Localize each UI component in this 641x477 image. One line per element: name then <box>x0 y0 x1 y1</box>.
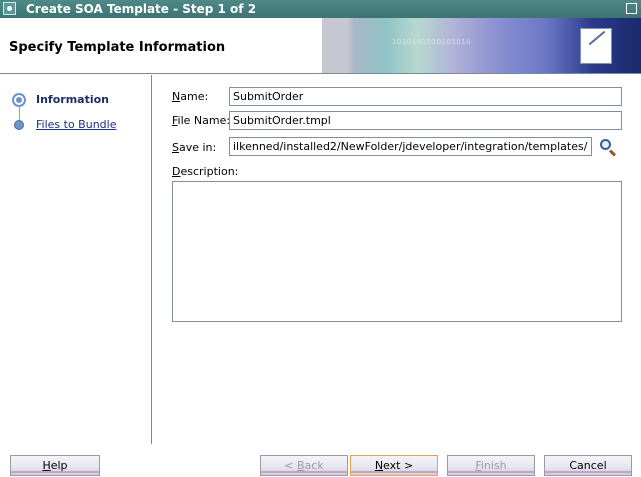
description-label: Description: <box>172 165 238 178</box>
next-mnemonic: N <box>374 459 384 472</box>
wizard-steps-nav: Information Files to Bundle <box>0 75 152 444</box>
step-label: Information <box>36 93 109 106</box>
window-menu-icon[interactable] <box>3 2 16 15</box>
back-button[interactable]: < Back <box>260 455 348 476</box>
step-label[interactable]: Files to Bundle <box>36 118 116 131</box>
name-label-text: ame: <box>180 90 209 103</box>
save-in-input[interactable]: ilkenned/installed2/NewFolder/jdeveloper… <box>229 137 592 156</box>
cancel-button[interactable]: Cancel <box>544 455 632 476</box>
template-document-icon <box>580 28 612 64</box>
window-title: Create SOA Template - Step 1 of 2 <box>26 2 257 16</box>
step-information[interactable]: Information <box>0 90 151 110</box>
search-icon-handle <box>608 149 617 157</box>
name-label: Name: <box>172 90 208 103</box>
search-icon <box>600 139 611 150</box>
description-textarea[interactable] <box>172 181 622 322</box>
step-bullet-icon <box>14 120 24 130</box>
header-banner: 1010101010101010 <box>322 18 641 73</box>
save-in-label-mnemonic: S <box>172 141 179 154</box>
name-label-mnemonic: N <box>172 90 181 103</box>
page-title: Specify Template Information <box>9 40 226 55</box>
file-name-label-text: ile Name: <box>177 114 231 127</box>
name-input[interactable]: SubmitOrder <box>229 87 622 106</box>
help-button[interactable]: Help <box>10 455 100 476</box>
save-in-label: Save in: <box>172 141 216 154</box>
finish-button[interactable]: Finish <box>447 455 535 476</box>
current-step-icon <box>12 93 26 107</box>
next-text: ext > <box>383 459 414 472</box>
description-label-text: escription: <box>180 165 239 178</box>
window-titlebar[interactable]: Create SOA Template - Step 1 of 2 <box>0 0 641 18</box>
file-name-label: File Name: <box>172 114 230 127</box>
finish-text: inish <box>480 459 507 472</box>
maximize-icon[interactable] <box>626 3 637 14</box>
save-in-label-text: ave in: <box>178 141 217 154</box>
file-name-input[interactable]: SubmitOrder.tmpl <box>229 111 622 130</box>
next-button[interactable]: Next > <box>350 455 438 476</box>
back-mnemonic: B <box>297 459 305 472</box>
browse-search-button[interactable] <box>598 137 618 157</box>
back-text: ack <box>304 459 324 472</box>
help-text: elp <box>50 459 68 472</box>
banner-binary-text: 1010101010101010 <box>392 38 472 46</box>
back-prefix: < <box>284 459 297 472</box>
step-files-to-bundle[interactable]: Files to Bundle <box>0 115 151 135</box>
help-mnemonic: H <box>42 459 51 472</box>
wizard-header: Specify Template Information 10101010101… <box>0 18 641 74</box>
